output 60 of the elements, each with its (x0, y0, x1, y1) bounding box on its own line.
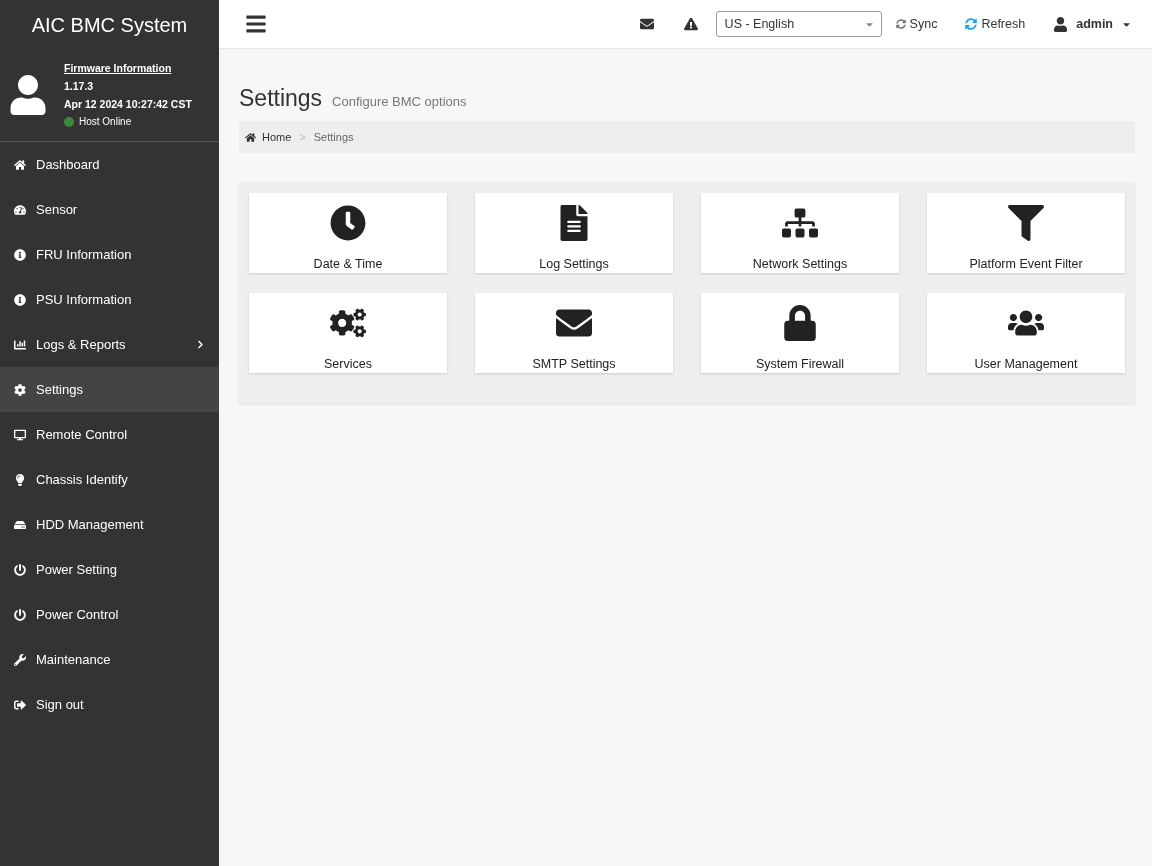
sidebar-item[interactable]: Chassis Identify (0, 457, 219, 502)
settings-tile[interactable]: SMTP Settings (475, 293, 673, 373)
warning-icon[interactable] (683, 17, 698, 31)
firmware-date: Apr 12 2024 10:27:42 CST (64, 98, 192, 110)
language-select[interactable]: US - English (715, 11, 882, 37)
host-status: Host Online (79, 116, 132, 127)
settings-tile[interactable]: User Management (927, 293, 1125, 373)
sync-icon (895, 19, 906, 29)
sidebar-item[interactable]: Logs & Reports (0, 322, 219, 367)
filter-icon (1008, 205, 1044, 241)
gauge-icon (14, 203, 26, 216)
sidebar-item[interactable]: PSU Information (0, 277, 219, 322)
monitor-icon (14, 428, 26, 441)
info-icon (14, 293, 26, 306)
home-icon (14, 158, 26, 171)
refresh-icon (965, 18, 978, 30)
settings-tile[interactable]: Date & Time (249, 193, 447, 273)
sidebar-item[interactable]: Sensor (0, 187, 219, 232)
wrench-icon (14, 653, 26, 666)
sidebar-item[interactable]: FRU Information (0, 232, 219, 277)
drive-icon (14, 518, 26, 531)
lightbulb-icon (14, 473, 26, 486)
settings-tile[interactable]: Services (249, 293, 447, 373)
user-avatar-icon (8, 74, 48, 115)
sidebar-item[interactable]: Sign out (0, 682, 219, 727)
page-subtitle: Configure BMC options (332, 94, 467, 109)
chevron-icon (196, 340, 205, 349)
settings-tile[interactable]: System Firewall (701, 293, 899, 373)
firmware-link[interactable]: Firmware Information (64, 62, 192, 74)
settings-icon (14, 383, 26, 396)
settings-tile[interactable]: Platform Event Filter (927, 193, 1125, 273)
home-icon (245, 131, 256, 143)
exit-icon (14, 698, 26, 711)
sidebar-item[interactable]: Power Control (0, 592, 219, 637)
sidebar-item[interactable]: Maintenance (0, 637, 219, 682)
lock-icon (782, 305, 818, 341)
page-title: Settings (239, 85, 323, 112)
user-menu[interactable]: admin (1053, 16, 1132, 32)
sidebar-item[interactable]: Remote Control (0, 412, 219, 457)
info-icon (14, 248, 26, 261)
settings-tile[interactable]: Log Settings (475, 193, 673, 273)
mail-icon[interactable] (639, 17, 654, 31)
power-icon (14, 608, 26, 621)
user-icon (1053, 16, 1069, 32)
clock-icon (330, 205, 366, 241)
menu-button[interactable] (245, 13, 267, 35)
settings-tile[interactable]: Network Settings (701, 193, 899, 273)
breadcrumb-link[interactable]: Home (245, 131, 292, 143)
sidebar-item[interactable]: Settings (0, 367, 219, 412)
app-title: AIC BMC System (30, 12, 189, 38)
bar-chart-icon (14, 338, 26, 351)
refresh-button[interactable]: Refresh (965, 17, 1026, 31)
firmware-version: 1.17.3 (64, 80, 95, 92)
sidebar-item[interactable]: Dashboard (0, 142, 219, 187)
sidebar-item[interactable]: Power Setting (0, 547, 219, 592)
power-icon (14, 563, 26, 576)
breadcrumb-current: Settings (313, 131, 354, 143)
breadcrumb-separator: > (299, 131, 306, 143)
sync-button[interactable]: Sync (895, 17, 938, 31)
sidebar-item[interactable]: HDD Management (0, 502, 219, 547)
